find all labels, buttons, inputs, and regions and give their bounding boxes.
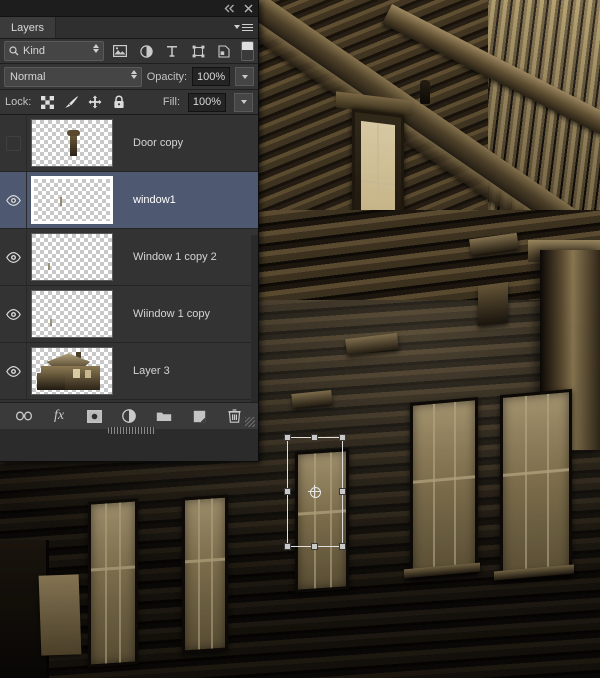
filter-kind-select[interactable]: Kind bbox=[4, 41, 104, 61]
layer-filter-bar: Kind bbox=[0, 39, 258, 64]
table-row[interactable]: Door copy bbox=[0, 115, 258, 172]
lock-options-row: Lock: bbox=[0, 90, 258, 115]
layer-list-scrollbar[interactable] bbox=[251, 235, 258, 402]
free-transform-box[interactable] bbox=[287, 437, 343, 547]
lock-label: Lock: bbox=[5, 96, 31, 108]
door-thumbnail-art bbox=[32, 120, 112, 166]
new-adjustment-layer-icon[interactable] bbox=[120, 407, 138, 425]
filter-type-layers-icon bbox=[162, 42, 182, 60]
delete-layer-icon[interactable] bbox=[225, 407, 243, 425]
layer-list[interactable]: Door copy window1 bbox=[0, 115, 258, 402]
roof-finial bbox=[420, 80, 430, 104]
new-layer-icon[interactable] bbox=[190, 407, 208, 425]
panel-title-bar bbox=[0, 0, 258, 17]
eye-icon bbox=[6, 195, 21, 206]
fill-input[interactable]: 100% bbox=[188, 93, 226, 112]
blend-mode-select[interactable]: Normal bbox=[4, 67, 142, 87]
layer-visibility-toggle[interactable] bbox=[0, 343, 27, 399]
lock-all-icon[interactable] bbox=[111, 94, 127, 110]
eye-icon bbox=[6, 309, 21, 320]
transform-reference-point[interactable] bbox=[310, 487, 321, 498]
filter-kind-label: Kind bbox=[23, 45, 45, 57]
lock-image-pixels-icon[interactable] bbox=[63, 94, 79, 110]
transform-handle-bottom-center[interactable] bbox=[311, 543, 318, 550]
photoshop-screenshot: Layers Kind bbox=[0, 0, 600, 678]
filter-smart-object-layers-icon[interactable] bbox=[214, 42, 234, 60]
search-icon bbox=[9, 46, 19, 56]
panel-menu-icon[interactable] bbox=[237, 21, 253, 34]
eye-hidden-icon bbox=[6, 136, 21, 151]
panel-tab-strip: Layers bbox=[0, 17, 258, 39]
lock-position-icon[interactable] bbox=[87, 94, 103, 110]
table-row[interactable]: Layer 3 bbox=[0, 343, 258, 400]
new-group-icon[interactable] bbox=[155, 407, 173, 425]
transform-handle-top-right[interactable] bbox=[339, 434, 346, 441]
layer-name[interactable]: Wiindow 1 copy bbox=[133, 308, 210, 320]
layer-visibility-toggle[interactable] bbox=[0, 286, 27, 342]
layer-thumbnail[interactable] bbox=[31, 233, 113, 281]
transform-handle-top-left[interactable] bbox=[284, 434, 291, 441]
opacity-label: Opacity: bbox=[147, 71, 187, 83]
wall-window-a bbox=[410, 397, 478, 579]
layer-name[interactable]: window1 bbox=[133, 194, 176, 206]
filter-pixel-layers-icon[interactable] bbox=[110, 42, 130, 60]
eave-bracket-4 bbox=[478, 282, 508, 326]
opacity-input[interactable]: 100% bbox=[192, 67, 230, 86]
transform-handle-bottom-left[interactable] bbox=[284, 543, 291, 550]
layer-visibility-toggle[interactable] bbox=[0, 115, 27, 171]
eye-icon bbox=[6, 366, 21, 377]
layer-thumbnail[interactable] bbox=[31, 176, 113, 224]
layer-visibility-toggle[interactable] bbox=[0, 172, 27, 228]
filter-shape-layers-icon[interactable] bbox=[188, 42, 208, 60]
layer-thumbnail[interactable] bbox=[31, 119, 113, 167]
layers-panel[interactable]: Layers Kind bbox=[0, 0, 259, 462]
blend-mode-stepper[interactable] bbox=[131, 70, 137, 79]
wall-window-c bbox=[88, 498, 138, 667]
transform-handle-middle-right[interactable] bbox=[339, 488, 346, 495]
eye-icon bbox=[6, 252, 21, 263]
layer-thumbnail[interactable] bbox=[31, 347, 113, 395]
panel-resize-grip[interactable] bbox=[245, 417, 255, 427]
filter-kind-stepper[interactable] bbox=[93, 44, 99, 53]
window-thumbnail-art bbox=[34, 179, 110, 221]
loose-board bbox=[39, 574, 82, 655]
add-layer-mask-icon[interactable] bbox=[85, 407, 103, 425]
layer-name[interactable]: Window 1 copy 2 bbox=[133, 251, 217, 263]
tab-strip-filler bbox=[56, 17, 258, 38]
transform-handle-bottom-right[interactable] bbox=[339, 543, 346, 550]
filter-adjustment-layers-icon[interactable] bbox=[136, 42, 156, 60]
fill-label: Fill: bbox=[163, 96, 180, 108]
house-thumbnail-art bbox=[32, 348, 112, 394]
horizontal-scrollbar[interactable] bbox=[108, 427, 156, 434]
window-thumbnail-art bbox=[32, 234, 112, 280]
layer-name[interactable]: Door copy bbox=[133, 137, 183, 149]
filter-enable-toggle[interactable] bbox=[241, 41, 254, 61]
table-row[interactable]: Wiindow 1 copy bbox=[0, 286, 258, 343]
collapse-icon[interactable] bbox=[223, 2, 235, 14]
wall-window-b bbox=[500, 389, 572, 581]
layer-visibility-toggle[interactable] bbox=[0, 229, 27, 285]
transform-handle-top-center[interactable] bbox=[311, 434, 318, 441]
layers-panel-footer: fx bbox=[0, 402, 258, 429]
transform-handle-middle-left[interactable] bbox=[284, 488, 291, 495]
blend-mode-value: Normal bbox=[10, 71, 45, 83]
tab-layers-label: Layers bbox=[11, 22, 44, 34]
close-icon[interactable] bbox=[242, 2, 254, 14]
blend-options-row: Normal Opacity: 100% bbox=[0, 64, 258, 90]
fx-glyph: fx bbox=[54, 408, 64, 424]
layer-name[interactable]: Layer 3 bbox=[133, 365, 170, 377]
layer-thumbnail[interactable] bbox=[31, 290, 113, 338]
fill-dropdown-arrow[interactable] bbox=[234, 93, 253, 112]
window-thumbnail-art bbox=[32, 291, 112, 337]
lock-transparent-pixels-icon[interactable] bbox=[39, 94, 55, 110]
tab-layers[interactable]: Layers bbox=[0, 17, 56, 38]
table-row[interactable]: window1 bbox=[0, 172, 258, 229]
table-row[interactable]: Window 1 copy 2 bbox=[0, 229, 258, 286]
layer-style-fx-icon[interactable]: fx bbox=[50, 407, 68, 425]
wall-window-d bbox=[182, 494, 228, 653]
opacity-dropdown-arrow[interactable] bbox=[235, 67, 254, 86]
link-layers-icon[interactable] bbox=[15, 407, 33, 425]
